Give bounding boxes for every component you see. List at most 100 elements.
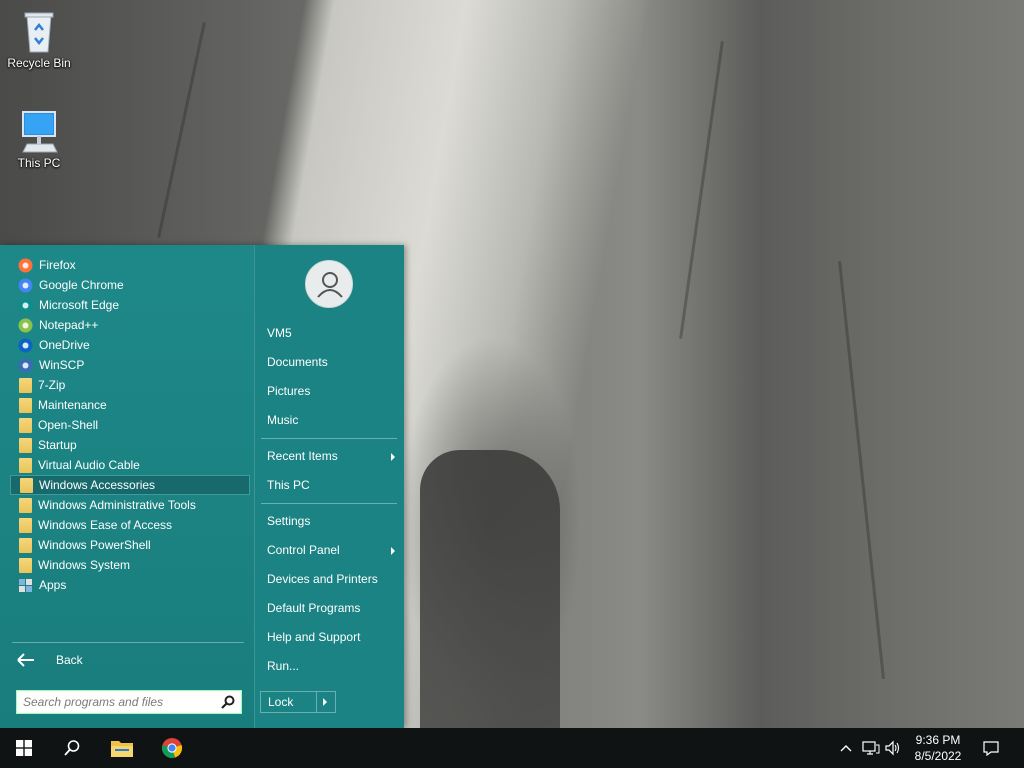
taskbar-clock[interactable]: 9:36 PM 8/5/2022 [906, 732, 970, 764]
arrow-left-icon [17, 653, 34, 667]
program-item[interactable]: Windows Administrative Tools [10, 495, 250, 515]
program-label: Windows Ease of Access [38, 518, 173, 532]
desktop-icon-label: Recycle Bin [7, 56, 71, 70]
folder-icon [19, 537, 32, 553]
shutdown-options-chevron-icon[interactable] [323, 698, 327, 706]
taskbar-search-button[interactable] [48, 728, 96, 768]
start-menu-places-column: VM5 Documents Pictures Music Recent Item… [254, 245, 404, 728]
recycle-bin-icon [24, 12, 54, 53]
run-item[interactable]: Run... [267, 655, 399, 677]
help-support-item[interactable]: Help and Support [267, 626, 399, 648]
pictures-item[interactable]: Pictures [267, 380, 399, 402]
program-item[interactable]: Firefox [10, 255, 250, 275]
music-item[interactable]: Music [267, 409, 399, 431]
settings-item[interactable]: Settings [267, 510, 399, 532]
program-item[interactable]: WinSCP [10, 355, 250, 375]
wallpaper-crack [157, 22, 206, 238]
program-label: Maintenance [38, 398, 107, 412]
folder-icon [20, 477, 33, 493]
program-item[interactable]: Notepad++ [10, 315, 250, 335]
program-item[interactable]: Apps [10, 575, 250, 595]
control-panel-label: Control Panel [267, 543, 340, 557]
program-item[interactable]: Microsoft Edge [10, 295, 250, 315]
wallpaper-crack [679, 41, 724, 339]
search-input[interactable]: Search programs and files [16, 690, 242, 714]
search-icon[interactable] [221, 695, 235, 709]
recent-items-item[interactable]: Recent Items [267, 445, 399, 467]
action-center-button[interactable] [982, 740, 1000, 756]
program-item[interactable]: Google Chrome [10, 275, 250, 295]
lock-button[interactable]: Lock [260, 691, 336, 713]
program-label: Windows PowerShell [38, 538, 151, 552]
search-icon [64, 740, 80, 756]
wallpaper-crack [838, 260, 885, 680]
program-item[interactable]: Windows Ease of Access [10, 515, 250, 535]
back-button[interactable]: Back [16, 649, 83, 671]
program-item[interactable]: Maintenance [10, 395, 250, 415]
network-status-button[interactable] [862, 740, 880, 756]
firefox-icon [18, 258, 33, 273]
folder-icon [19, 377, 32, 393]
clock-date: 8/5/2022 [914, 749, 962, 763]
program-list: Firefox Google Chrome Microsoft Edge Notepa… [10, 255, 250, 595]
default-programs-item[interactable]: Default Programs [267, 597, 399, 619]
documents-item[interactable]: Documents [267, 351, 399, 373]
clock-time: 9:36 PM [915, 733, 961, 747]
folder-icon [19, 397, 32, 413]
program-item[interactable]: Virtual Audio Cable [10, 455, 250, 475]
notification-icon [983, 741, 999, 756]
windows-logo-icon [16, 740, 32, 756]
program-label: Windows Accessories [39, 478, 156, 492]
folder-icon [19, 517, 32, 533]
computer-icon [22, 111, 58, 153]
devices-printers-item[interactable]: Devices and Printers [267, 568, 399, 590]
folder-icon [19, 437, 32, 453]
taskbar-google-chrome[interactable] [148, 728, 196, 768]
program-label: 7-Zip [38, 378, 66, 392]
separator [261, 503, 397, 504]
program-label: Windows Administrative Tools [38, 498, 196, 512]
program-label: OneDrive [39, 338, 90, 352]
start-menu-programs-column: Firefox Google Chrome Microsoft Edge Notepa… [0, 245, 254, 728]
lock-label: Lock [261, 692, 317, 712]
program-item[interactable]: 7-Zip [10, 375, 250, 395]
desktop-icon-recycle-bin[interactable]: Recycle Bin [1, 8, 77, 70]
chevron-right-icon [391, 453, 395, 461]
show-hidden-icons-button[interactable] [838, 740, 854, 756]
user-name-item[interactable]: VM5 [267, 322, 399, 344]
chevron-up-icon [840, 745, 852, 752]
user-avatar[interactable] [305, 260, 353, 308]
program-item[interactable]: OneDrive [10, 335, 250, 355]
notepadpp-icon [18, 318, 33, 333]
program-item[interactable]: Windows Accessories [10, 475, 250, 495]
speaker-icon [885, 740, 900, 756]
program-item[interactable]: Windows PowerShell [10, 535, 250, 555]
program-label: Firefox [39, 258, 76, 272]
edge-icon [18, 298, 33, 313]
program-label: Notepad++ [39, 318, 99, 332]
program-label: Windows System [38, 558, 131, 572]
onedrive-icon [18, 338, 33, 353]
start-button[interactable] [0, 728, 48, 768]
volume-button[interactable] [884, 740, 902, 756]
separator [261, 438, 397, 439]
program-label: Google Chrome [39, 278, 124, 292]
back-label: Back [56, 653, 83, 667]
program-label: WinSCP [39, 358, 85, 372]
start-menu: Firefox Google Chrome Microsoft Edge Notepa… [0, 245, 404, 728]
program-label: Microsoft Edge [39, 298, 120, 312]
desktop-icon-this-pc[interactable]: This PC [1, 108, 77, 170]
program-item[interactable]: Open-Shell [10, 415, 250, 435]
program-item[interactable]: Windows System [10, 555, 250, 575]
this-pc-item[interactable]: This PC [267, 474, 399, 496]
control-panel-item[interactable]: Control Panel [267, 539, 399, 561]
taskbar-file-explorer[interactable] [98, 728, 146, 768]
program-label: Startup [38, 438, 77, 452]
chrome-icon [18, 278, 33, 293]
folder-icon [19, 457, 32, 473]
network-icon [862, 741, 880, 755]
separator [12, 642, 244, 643]
program-label: Apps [39, 578, 67, 592]
folder-icon [19, 417, 32, 433]
program-item[interactable]: Startup [10, 435, 250, 455]
